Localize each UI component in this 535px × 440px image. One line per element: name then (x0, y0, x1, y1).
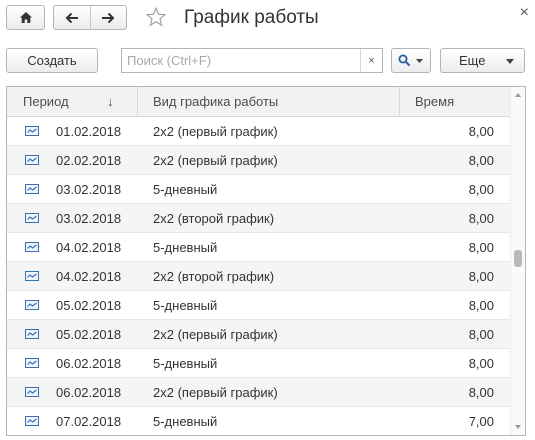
more-button[interactable]: Еще (440, 48, 525, 73)
column-header-period[interactable]: Период (23, 87, 69, 117)
scroll-up-arrow-icon[interactable] (515, 93, 521, 97)
table-row[interactable]: 02.02.2018 2х2 (первый график) 8,00 (7, 146, 510, 175)
back-button[interactable] (54, 6, 90, 29)
period-cell: 07.02.2018 (56, 414, 122, 429)
period-cell: 05.02.2018 (56, 298, 122, 313)
close-icon[interactable]: × (520, 5, 529, 21)
table-row[interactable]: 05.02.2018 2х2 (первый график) 8,00 (7, 320, 510, 349)
schedule-type-cell: 2х2 (первый график) (153, 327, 278, 342)
table-row[interactable]: 04.02.2018 2х2 (второй график) 8,00 (7, 262, 510, 291)
schedule-type-cell: 5-дневный (153, 182, 218, 197)
time-cell: 8,00 (468, 269, 494, 284)
navigation-buttons (53, 5, 127, 30)
time-cell: 8,00 (468, 124, 494, 139)
home-button[interactable] (6, 5, 45, 30)
register-record-icon (25, 242, 39, 252)
time-cell: 8,00 (468, 356, 494, 371)
magnifier-icon (398, 54, 411, 67)
time-cell: 8,00 (468, 182, 494, 197)
period-cell: 01.02.2018 (56, 124, 122, 139)
table-row[interactable]: 06.02.2018 2х2 (первый график) 8,00 (7, 378, 510, 407)
register-record-icon (25, 271, 39, 281)
period-cell: 03.02.2018 (56, 182, 122, 197)
register-record-icon (25, 126, 39, 136)
table-row[interactable]: 05.02.2018 5-дневный 8,00 (7, 291, 510, 320)
search-field: × (121, 48, 383, 73)
star-icon[interactable] (145, 6, 167, 28)
period-cell: 06.02.2018 (56, 385, 122, 400)
register-record-icon (25, 416, 39, 426)
chevron-down-icon (506, 59, 514, 64)
time-cell: 8,00 (468, 211, 494, 226)
schedule-table: Период ↓ Вид графика работы Время 01.02.… (6, 86, 526, 436)
column-separator (399, 87, 400, 116)
arrow-right-icon (102, 12, 115, 23)
period-cell: 05.02.2018 (56, 327, 122, 342)
time-cell: 7,00 (468, 414, 494, 429)
schedule-type-cell: 2х2 (первый график) (153, 124, 278, 139)
column-header-time[interactable]: Время (415, 87, 454, 117)
arrow-left-icon (65, 12, 78, 23)
schedule-type-cell: 2х2 (второй график) (153, 211, 275, 226)
table-row[interactable]: 03.02.2018 2х2 (второй график) 8,00 (7, 204, 510, 233)
period-cell: 04.02.2018 (56, 240, 122, 255)
register-record-icon (25, 387, 39, 397)
table-row[interactable]: 04.02.2018 5-дневный 8,00 (7, 233, 510, 262)
time-cell: 8,00 (468, 153, 494, 168)
chevron-down-icon (416, 58, 423, 63)
time-cell: 8,00 (468, 385, 494, 400)
search-button[interactable] (391, 48, 431, 73)
column-header-schedule-type[interactable]: Вид графика работы (153, 87, 278, 117)
period-cell: 02.02.2018 (56, 153, 122, 168)
schedule-type-cell: 5-дневный (153, 298, 218, 313)
schedule-type-cell: 5-дневный (153, 414, 218, 429)
time-cell: 8,00 (468, 327, 494, 342)
schedule-type-cell: 5-дневный (153, 356, 218, 371)
register-record-icon (25, 184, 39, 194)
forward-button[interactable] (89, 6, 127, 29)
time-cell: 8,00 (468, 298, 494, 313)
scroll-thumb[interactable] (514, 250, 522, 267)
column-separator (137, 87, 138, 116)
table-body: 01.02.2018 2х2 (первый график) 8,00 02.02.2… (7, 117, 510, 435)
table-header: Период ↓ Вид графика работы Время (7, 87, 510, 117)
register-record-icon (25, 213, 39, 223)
more-button-label: Еще (459, 53, 486, 68)
schedule-type-cell: 2х2 (второй график) (153, 269, 275, 284)
schedule-type-cell: 2х2 (первый график) (153, 153, 278, 168)
home-icon (19, 12, 32, 23)
scroll-down-arrow-icon[interactable] (515, 425, 521, 429)
vertical-scrollbar[interactable] (510, 87, 525, 435)
period-cell: 04.02.2018 (56, 269, 122, 284)
time-cell: 8,00 (468, 240, 494, 255)
schedule-type-cell: 5-дневный (153, 240, 218, 255)
period-cell: 06.02.2018 (56, 356, 122, 371)
period-cell: 03.02.2018 (56, 211, 122, 226)
register-record-icon (25, 329, 39, 339)
table-row[interactable]: 07.02.2018 5-дневный 7,00 (7, 407, 510, 435)
register-record-icon (25, 358, 39, 368)
register-record-icon (25, 300, 39, 310)
table-row[interactable]: 03.02.2018 5-дневный 8,00 (7, 175, 510, 204)
search-clear-button[interactable]: × (360, 49, 382, 72)
table-row[interactable]: 01.02.2018 2х2 (первый график) 8,00 (7, 117, 510, 146)
sort-down-icon[interactable]: ↓ (107, 87, 114, 117)
schedule-type-cell: 2х2 (первый график) (153, 385, 278, 400)
page-title: График работы (184, 7, 319, 28)
search-input[interactable] (122, 49, 360, 72)
create-button[interactable]: Создать (6, 48, 98, 73)
register-record-icon (25, 155, 39, 165)
table-row[interactable]: 06.02.2018 5-дневный 8,00 (7, 349, 510, 378)
